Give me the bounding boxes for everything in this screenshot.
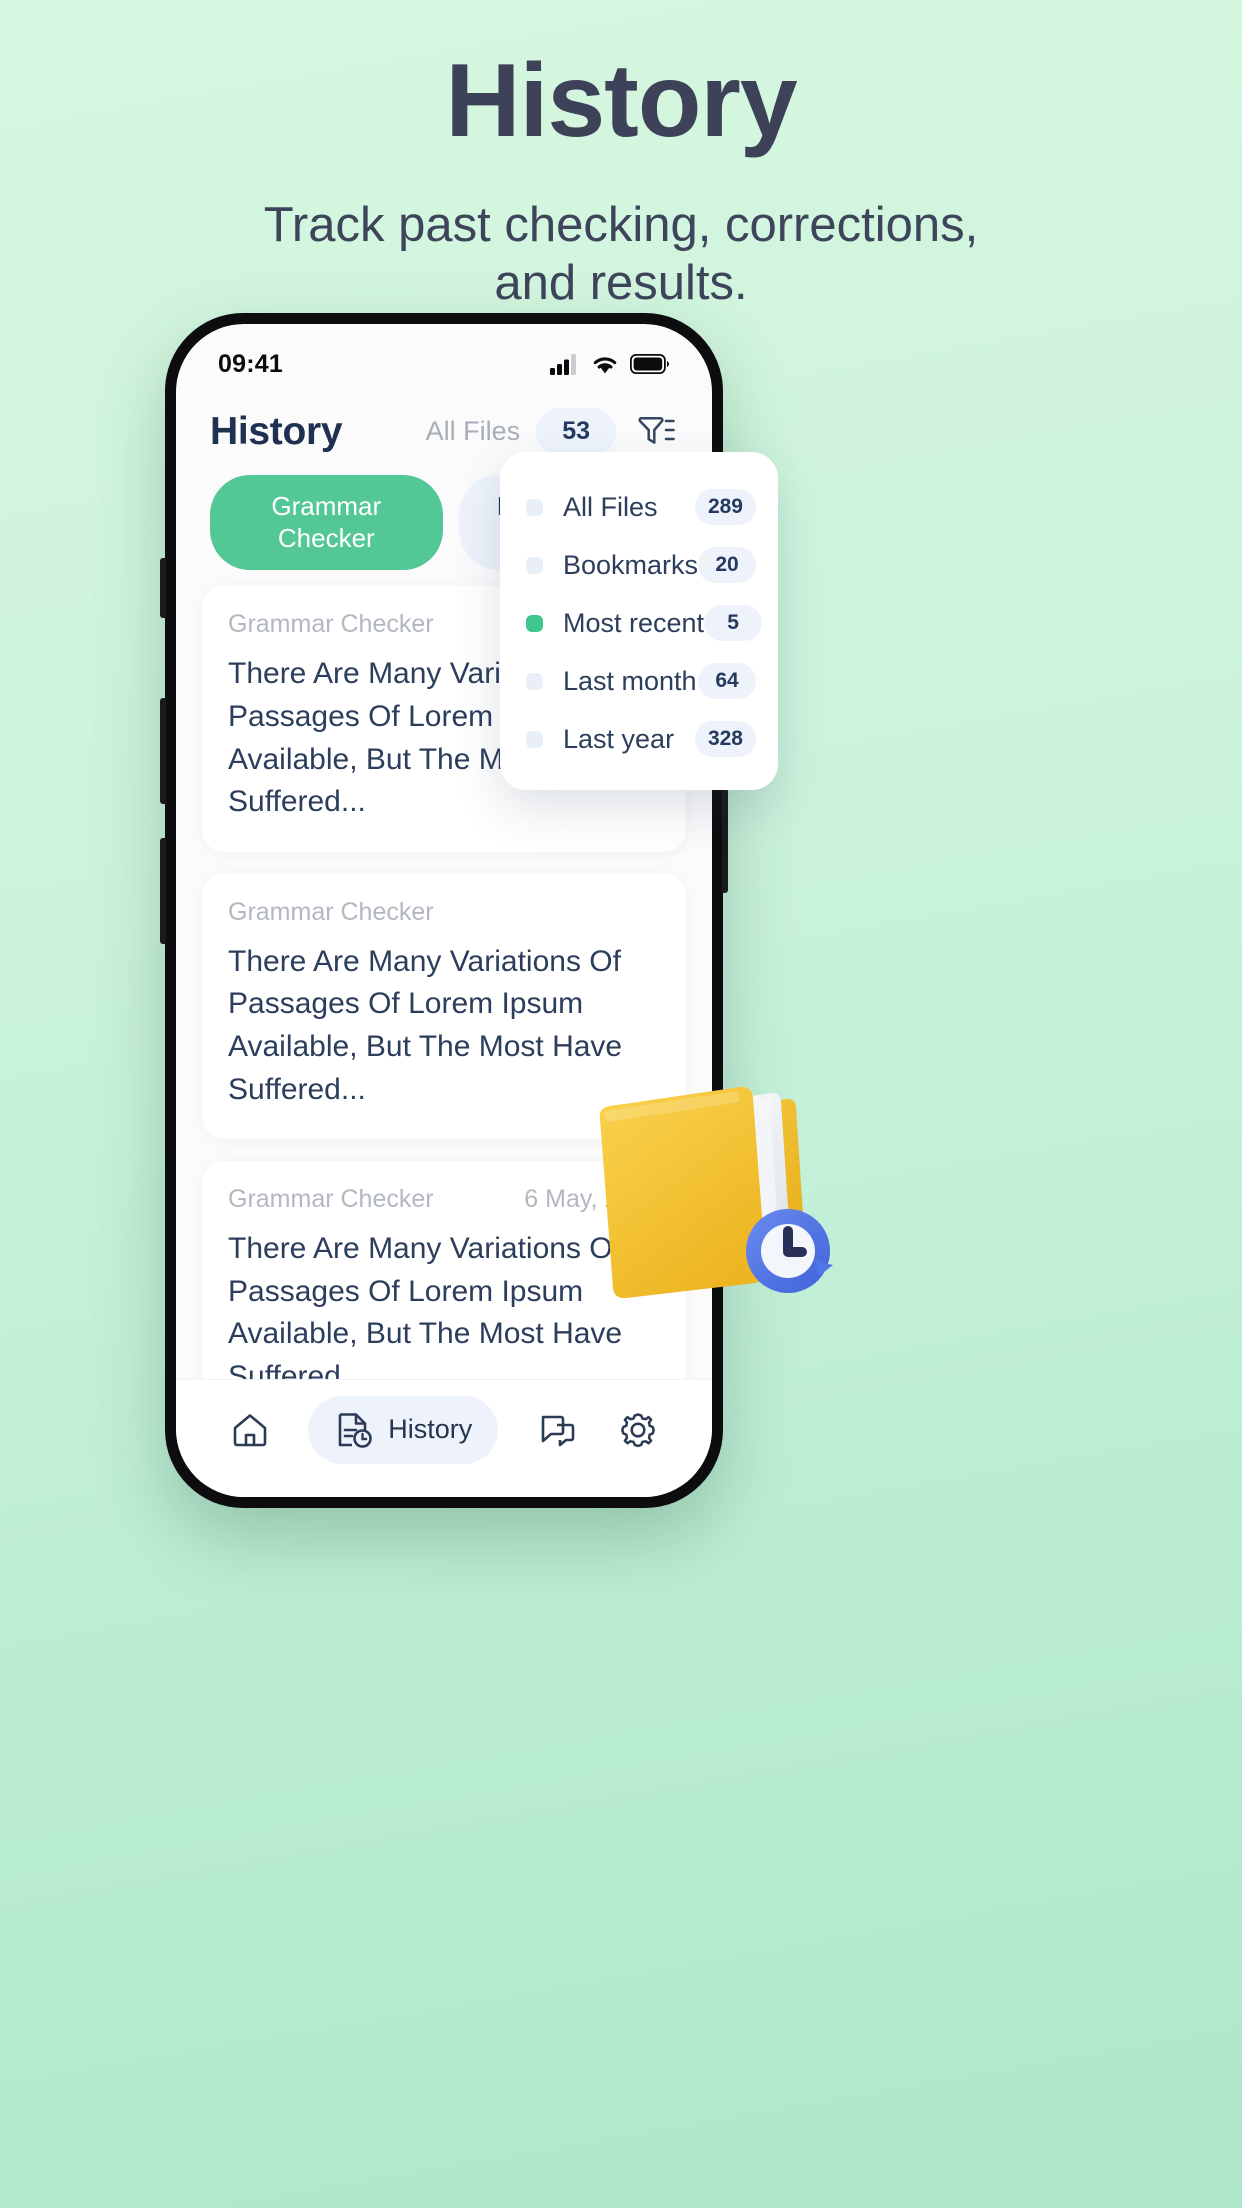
card-header: Grammar Checker	[228, 898, 660, 927]
radio-dot-icon	[526, 672, 543, 690]
chat-bubbles-icon	[541, 1415, 575, 1446]
card-tool-label: Grammar Checker	[228, 897, 434, 926]
wifi-icon	[593, 356, 617, 373]
app-title: History	[210, 409, 343, 453]
radio-dot-icon	[526, 730, 543, 748]
radio-dot-selected-icon	[526, 614, 543, 632]
filter-option-count: 328	[694, 721, 756, 757]
document-clock-icon	[338, 1412, 373, 1448]
bottom-navigation: History	[176, 1379, 712, 1497]
filter-option-count: 64	[698, 663, 756, 699]
filter-button[interactable]	[632, 408, 678, 455]
page-title: History	[445, 43, 797, 159]
nav-item-settings[interactable]	[617, 1409, 659, 1451]
filter-option-label: Last year	[563, 723, 675, 754]
filter-option-label: Bookmarks	[563, 549, 699, 580]
header-actions: All Files 53	[426, 408, 678, 455]
status-icons	[550, 353, 670, 375]
filter-option-label: Most recent	[563, 607, 705, 638]
tab-grammar-checker[interactable]: Grammar Checker	[210, 475, 443, 571]
filter-option-last-year[interactable]: Last year 328	[500, 710, 778, 768]
folder-with-clock-3d-icon	[590, 1055, 840, 1300]
nav-item-chat[interactable]	[536, 1409, 580, 1451]
filter-option-last-month[interactable]: Last month 64	[500, 652, 778, 710]
filter-option-bookmarks[interactable]: Bookmarks 20	[500, 536, 778, 594]
filter-option-count: 289	[694, 489, 756, 525]
silent-switch-button[interactable]	[160, 558, 166, 618]
filter-dropdown: All Files 289 Bookmarks 20 Most recent 5…	[500, 452, 778, 790]
filter-option-label: Last month	[563, 665, 697, 696]
volume-up-button[interactable]	[160, 698, 166, 804]
current-filter-label[interactable]: All Files	[426, 416, 521, 447]
filter-funnel-icon	[638, 416, 675, 444]
promo-header: History Track past checking, corrections…	[0, 0, 1242, 313]
filter-option-count: 5	[704, 605, 763, 641]
volume-down-button[interactable]	[160, 838, 166, 944]
nav-item-home[interactable]	[229, 1409, 271, 1451]
status-time: 09:41	[218, 349, 283, 378]
status-bar: 09:41	[176, 324, 712, 386]
card-tool-label: Grammar Checker	[228, 1185, 434, 1214]
nav-item-history-label: History	[388, 1414, 473, 1444]
home-icon	[233, 1413, 267, 1446]
battery-icon	[630, 354, 669, 374]
filter-option-count: 20	[698, 547, 757, 583]
app-header: History All Files 53	[176, 386, 712, 459]
page-subtitle: Track past checking, corrections, and re…	[263, 197, 979, 311]
radio-dot-icon	[526, 498, 543, 516]
nav-item-history[interactable]: History	[308, 1395, 499, 1464]
filter-option-label: All Files	[563, 491, 658, 522]
cellular-signal-icon	[550, 353, 576, 375]
settings-gear-icon	[621, 1412, 656, 1447]
filter-option-all-files[interactable]: All Files 289	[500, 478, 778, 536]
filter-count-badge: 53	[536, 408, 616, 455]
radio-dot-icon	[526, 556, 543, 574]
filter-option-most-recent[interactable]: Most recent 5	[500, 594, 778, 652]
card-tool-label: Grammar Checker	[228, 610, 434, 639]
